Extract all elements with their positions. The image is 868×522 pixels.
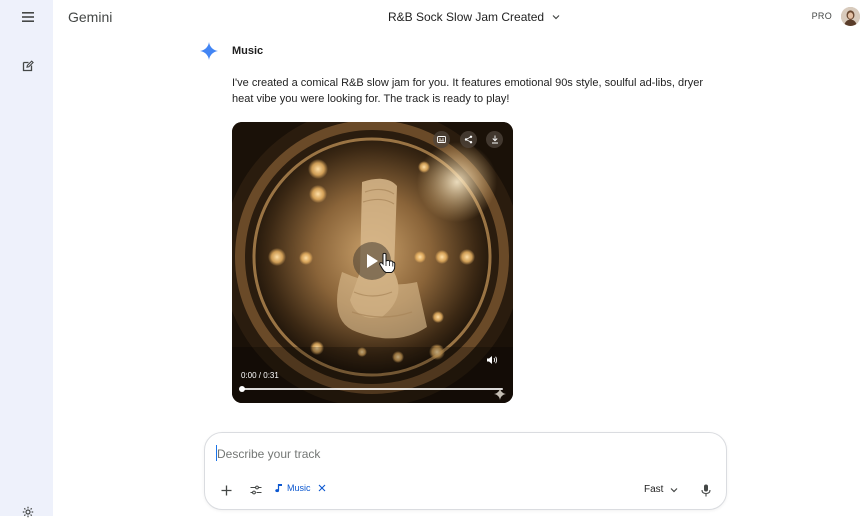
plus-icon	[221, 485, 231, 495]
settings-icon[interactable]	[18, 502, 38, 522]
download-button[interactable]	[486, 131, 503, 148]
tune-icon	[250, 485, 262, 495]
plan-badge: PRO	[811, 11, 832, 21]
music-player[interactable]: 0:00 / 0:31	[232, 122, 513, 403]
progress-thumb[interactable]	[239, 386, 245, 392]
prompt-input[interactable]	[217, 445, 657, 463]
close-icon[interactable]	[318, 484, 326, 492]
tools-button[interactable]	[249, 482, 263, 498]
gemini-spark-icon	[200, 42, 218, 65]
playback-time: 0:00 / 0:31	[241, 371, 279, 380]
chevron-down-icon	[552, 15, 560, 20]
watermark-spark-icon	[494, 388, 506, 400]
mode-selector[interactable]: Fast	[644, 484, 678, 495]
share-button[interactable]	[460, 131, 477, 148]
volume-icon	[487, 356, 498, 364]
chat-title-dropdown[interactable]: R&B Sock Slow Jam Created	[388, 10, 560, 24]
chat-title: R&B Sock Slow Jam Created	[388, 10, 545, 24]
play-icon	[367, 254, 378, 268]
avatar[interactable]	[841, 7, 860, 26]
prompt-composer: Music Fast	[204, 432, 727, 510]
menu-icon[interactable]	[18, 7, 38, 27]
progress-bar[interactable]	[239, 386, 503, 392]
captions-button[interactable]	[433, 131, 450, 148]
new-chat-icon[interactable]	[18, 56, 38, 76]
cursor-icon	[379, 252, 396, 273]
volume-button[interactable]	[485, 353, 499, 367]
add-button[interactable]	[219, 482, 233, 498]
music-tool-chip[interactable]: Music	[275, 483, 326, 493]
model-label: Music	[232, 45, 264, 57]
music-note-icon	[275, 484, 282, 493]
share-icon	[464, 135, 473, 144]
chevron-down-icon	[671, 487, 678, 492]
download-icon	[491, 135, 498, 144]
mode-label: Fast	[644, 484, 664, 495]
sidebar	[0, 0, 53, 518]
microphone-icon	[701, 484, 711, 496]
music-chip-label: Music	[287, 483, 311, 493]
captions-icon	[437, 136, 446, 143]
response-text: I've created a comical R&B slow jam for …	[232, 77, 704, 105]
microphone-button[interactable]	[699, 482, 713, 498]
app-name[interactable]: Gemini	[68, 9, 112, 25]
top-bar: Gemini R&B Sock Slow Jam Created PRO	[53, 0, 868, 34]
